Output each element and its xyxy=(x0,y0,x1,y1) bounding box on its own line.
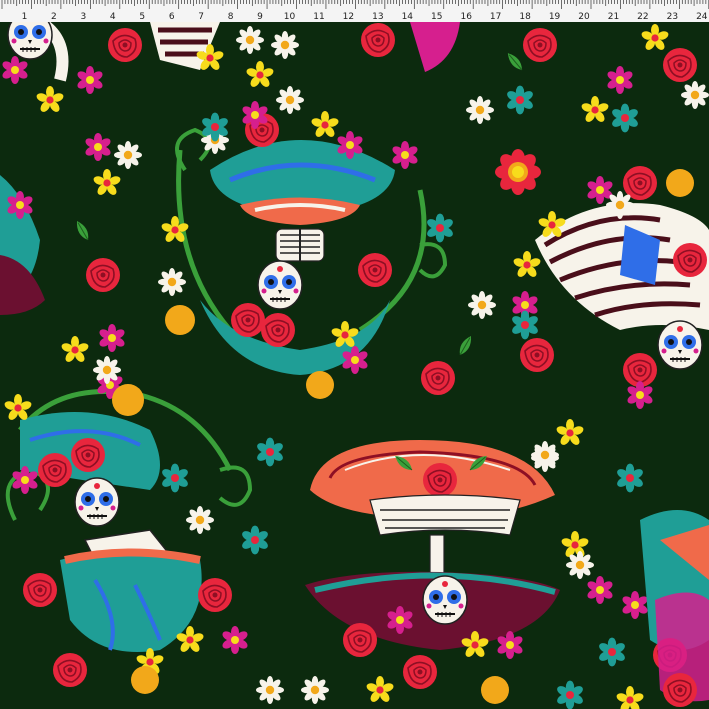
ruler-label: 6 xyxy=(169,12,175,22)
ruler-label: 10 xyxy=(284,12,296,22)
ruler-label: 2 xyxy=(51,12,57,22)
ruler-label: 4 xyxy=(110,12,116,22)
day-of-the-dead-pattern xyxy=(0,22,709,709)
ruler-label: 12 xyxy=(343,12,354,22)
ruler-label: 3 xyxy=(80,12,86,22)
ruler-label: 18 xyxy=(519,12,531,22)
ruler-label: 11 xyxy=(313,12,324,22)
ruler-label: 24 xyxy=(696,12,708,22)
ruler-label: 17 xyxy=(490,12,501,22)
ruler-label: 16 xyxy=(460,12,472,22)
ruler-label: 5 xyxy=(139,12,145,22)
ruler-label: 21 xyxy=(608,12,619,22)
ruler-label: 19 xyxy=(549,12,561,22)
ruler-label: 8 xyxy=(228,12,234,22)
ruler-label: 23 xyxy=(667,12,678,22)
ruler-label: 9 xyxy=(257,12,263,22)
ruler-label: 14 xyxy=(402,12,414,22)
measurement-ruler: 1 2 3 4 5 6 7 8 9 10 11 12 13 14 15 16 17 18 19 20 21 22 23 24 xyxy=(0,0,709,23)
ruler-label: 15 xyxy=(431,12,442,22)
ruler-label: 7 xyxy=(198,12,204,22)
ruler-scale: 1 2 3 4 5 6 7 8 9 10 11 12 13 14 15 16 17 18 19 20 21 22 23 24 xyxy=(1,0,709,22)
ruler-label: 22 xyxy=(637,12,648,22)
ruler-label: 13 xyxy=(372,12,383,22)
fabric-print-canvas: 1 2 3 4 5 6 7 8 9 10 11 12 13 14 15 16 17 18 19 20 21 22 23 24 xyxy=(0,0,709,709)
ruler-label: 1 xyxy=(22,12,28,22)
ruler-label: 20 xyxy=(578,12,590,22)
